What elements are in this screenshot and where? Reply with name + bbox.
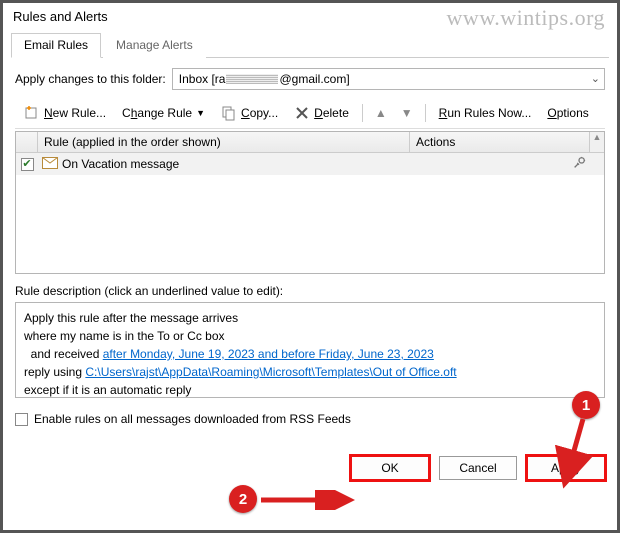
apply-button[interactable]: Apply — [527, 456, 605, 480]
run-rules-now-button[interactable]: Run Rules Now... — [434, 103, 537, 123]
rss-label: Enable rules on all messages downloaded … — [34, 412, 351, 426]
window-title: Rules and Alerts — [13, 9, 108, 24]
options-button[interactable]: Options — [542, 103, 593, 123]
rule-checkbox[interactable]: ✔ — [21, 158, 34, 171]
header-rule[interactable]: Rule (applied in the order shown) — [38, 132, 410, 152]
tab-email-rules[interactable]: Email Rules — [11, 33, 101, 58]
annotation-arrow-2 — [257, 490, 357, 510]
rule-table-body: ✔ On Vacation message — [16, 153, 604, 273]
dropdown-arrow-icon: ▼ — [196, 108, 205, 118]
scroll-up-icon[interactable]: ▲ — [590, 132, 604, 152]
watermark-text: www.wintips.org — [447, 5, 605, 31]
folder-label: Apply changes to this folder: — [15, 72, 166, 86]
delete-button[interactable]: Delete — [289, 102, 354, 124]
desc-line: except if it is an automatic reply — [24, 381, 596, 398]
tab-manage-alerts[interactable]: Manage Alerts — [103, 33, 206, 58]
folder-value-prefix: Inbox [ra — [179, 72, 226, 86]
copy-icon — [221, 105, 237, 121]
redacted-text — [226, 74, 278, 84]
desc-line: and received after Monday, June 19, 2023… — [24, 345, 596, 363]
description-label: Rule description (click an underlined va… — [15, 284, 605, 298]
titlebar: Rules and Alerts www.wintips.org — [3, 3, 617, 28]
delete-icon — [294, 105, 310, 121]
chevron-down-icon[interactable]: ⌄ — [591, 72, 600, 85]
rule-table-header: Rule (applied in the order shown) Action… — [16, 132, 604, 153]
rss-checkbox[interactable]: ✔ — [15, 413, 28, 426]
rss-row: ✔ Enable rules on all messages downloade… — [15, 412, 605, 426]
header-actions[interactable]: Actions — [410, 132, 590, 152]
rules-toolbar: New Rule... Change Rule ▼ Copy... Delete… — [15, 98, 605, 129]
ok-button[interactable]: OK — [351, 456, 429, 480]
desc-line: where my name is in the To or Cc box — [24, 327, 596, 345]
separator — [425, 104, 426, 122]
copy-button[interactable]: Copy... — [216, 102, 283, 124]
dialog-footer: OK Cancel Apply — [3, 448, 617, 488]
template-path-link[interactable]: C:\Users\rajst\AppData\Roaming\Microsoft… — [85, 365, 456, 379]
content-area: Apply changes to this folder: Inbox [ra … — [3, 58, 617, 436]
folder-value-suffix: @gmail.com] — [279, 72, 349, 86]
move-up-button[interactable]: ▲ — [371, 104, 391, 122]
annotation-badge-2: 2 — [229, 485, 257, 513]
rule-name: On Vacation message — [62, 157, 179, 171]
desc-line: reply using C:\Users\rajst\AppData\Roami… — [24, 363, 596, 381]
tools-icon — [572, 156, 586, 173]
change-rule-button[interactable]: Change Rule ▼ — [117, 103, 210, 123]
new-rule-icon — [24, 105, 40, 121]
separator — [362, 104, 363, 122]
cancel-button[interactable]: Cancel — [439, 456, 517, 480]
date-range-link[interactable]: after Monday, June 19, 2023 and before F… — [103, 347, 434, 361]
folder-select[interactable]: Inbox [ra @gmail.com] ⌄ — [172, 68, 605, 90]
tab-strip: Email Rules Manage Alerts — [11, 28, 609, 58]
new-rule-button[interactable]: New Rule... — [19, 102, 111, 124]
table-row[interactable]: ✔ On Vacation message — [16, 153, 604, 175]
description-box: Apply this rule after the message arrive… — [15, 302, 605, 398]
folder-row: Apply changes to this folder: Inbox [ra … — [15, 68, 605, 90]
envelope-icon — [42, 157, 58, 172]
annotation-badge-1: 1 — [572, 391, 600, 419]
rules-alerts-dialog: Rules and Alerts www.wintips.org Email R… — [0, 0, 620, 533]
move-down-button[interactable]: ▼ — [397, 104, 417, 122]
rule-table: Rule (applied in the order shown) Action… — [15, 131, 605, 274]
desc-line: Apply this rule after the message arrive… — [24, 309, 596, 327]
